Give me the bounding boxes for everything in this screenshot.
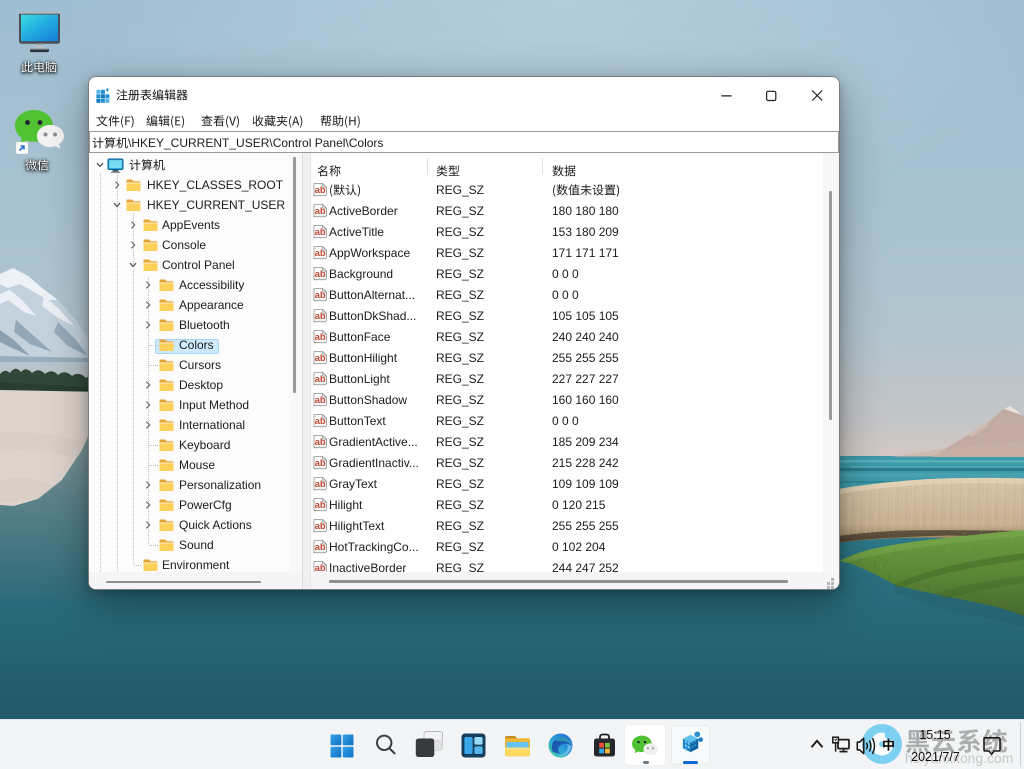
svg-text:ab: ab bbox=[315, 248, 326, 259]
svg-text:ab: ab bbox=[315, 374, 326, 385]
svg-text:ab: ab bbox=[315, 521, 326, 532]
svg-text:ab: ab bbox=[315, 416, 326, 427]
svg-text:ab: ab bbox=[315, 479, 326, 490]
svg-text:ab: ab bbox=[315, 395, 326, 406]
svg-text:ab: ab bbox=[315, 269, 326, 280]
svg-text:ab: ab bbox=[315, 542, 326, 553]
svg-text:ab: ab bbox=[315, 206, 326, 217]
svg-text:ab: ab bbox=[315, 290, 326, 301]
svg-text:ab: ab bbox=[315, 353, 326, 364]
svg-text:ab: ab bbox=[315, 500, 326, 511]
svg-text:ab: ab bbox=[315, 437, 326, 448]
svg-text:ab: ab bbox=[315, 227, 326, 238]
svg-text:ab: ab bbox=[315, 185, 326, 196]
svg-text:ab: ab bbox=[315, 332, 326, 343]
svg-text:ab: ab bbox=[315, 311, 326, 322]
svg-text:ab: ab bbox=[315, 458, 326, 469]
